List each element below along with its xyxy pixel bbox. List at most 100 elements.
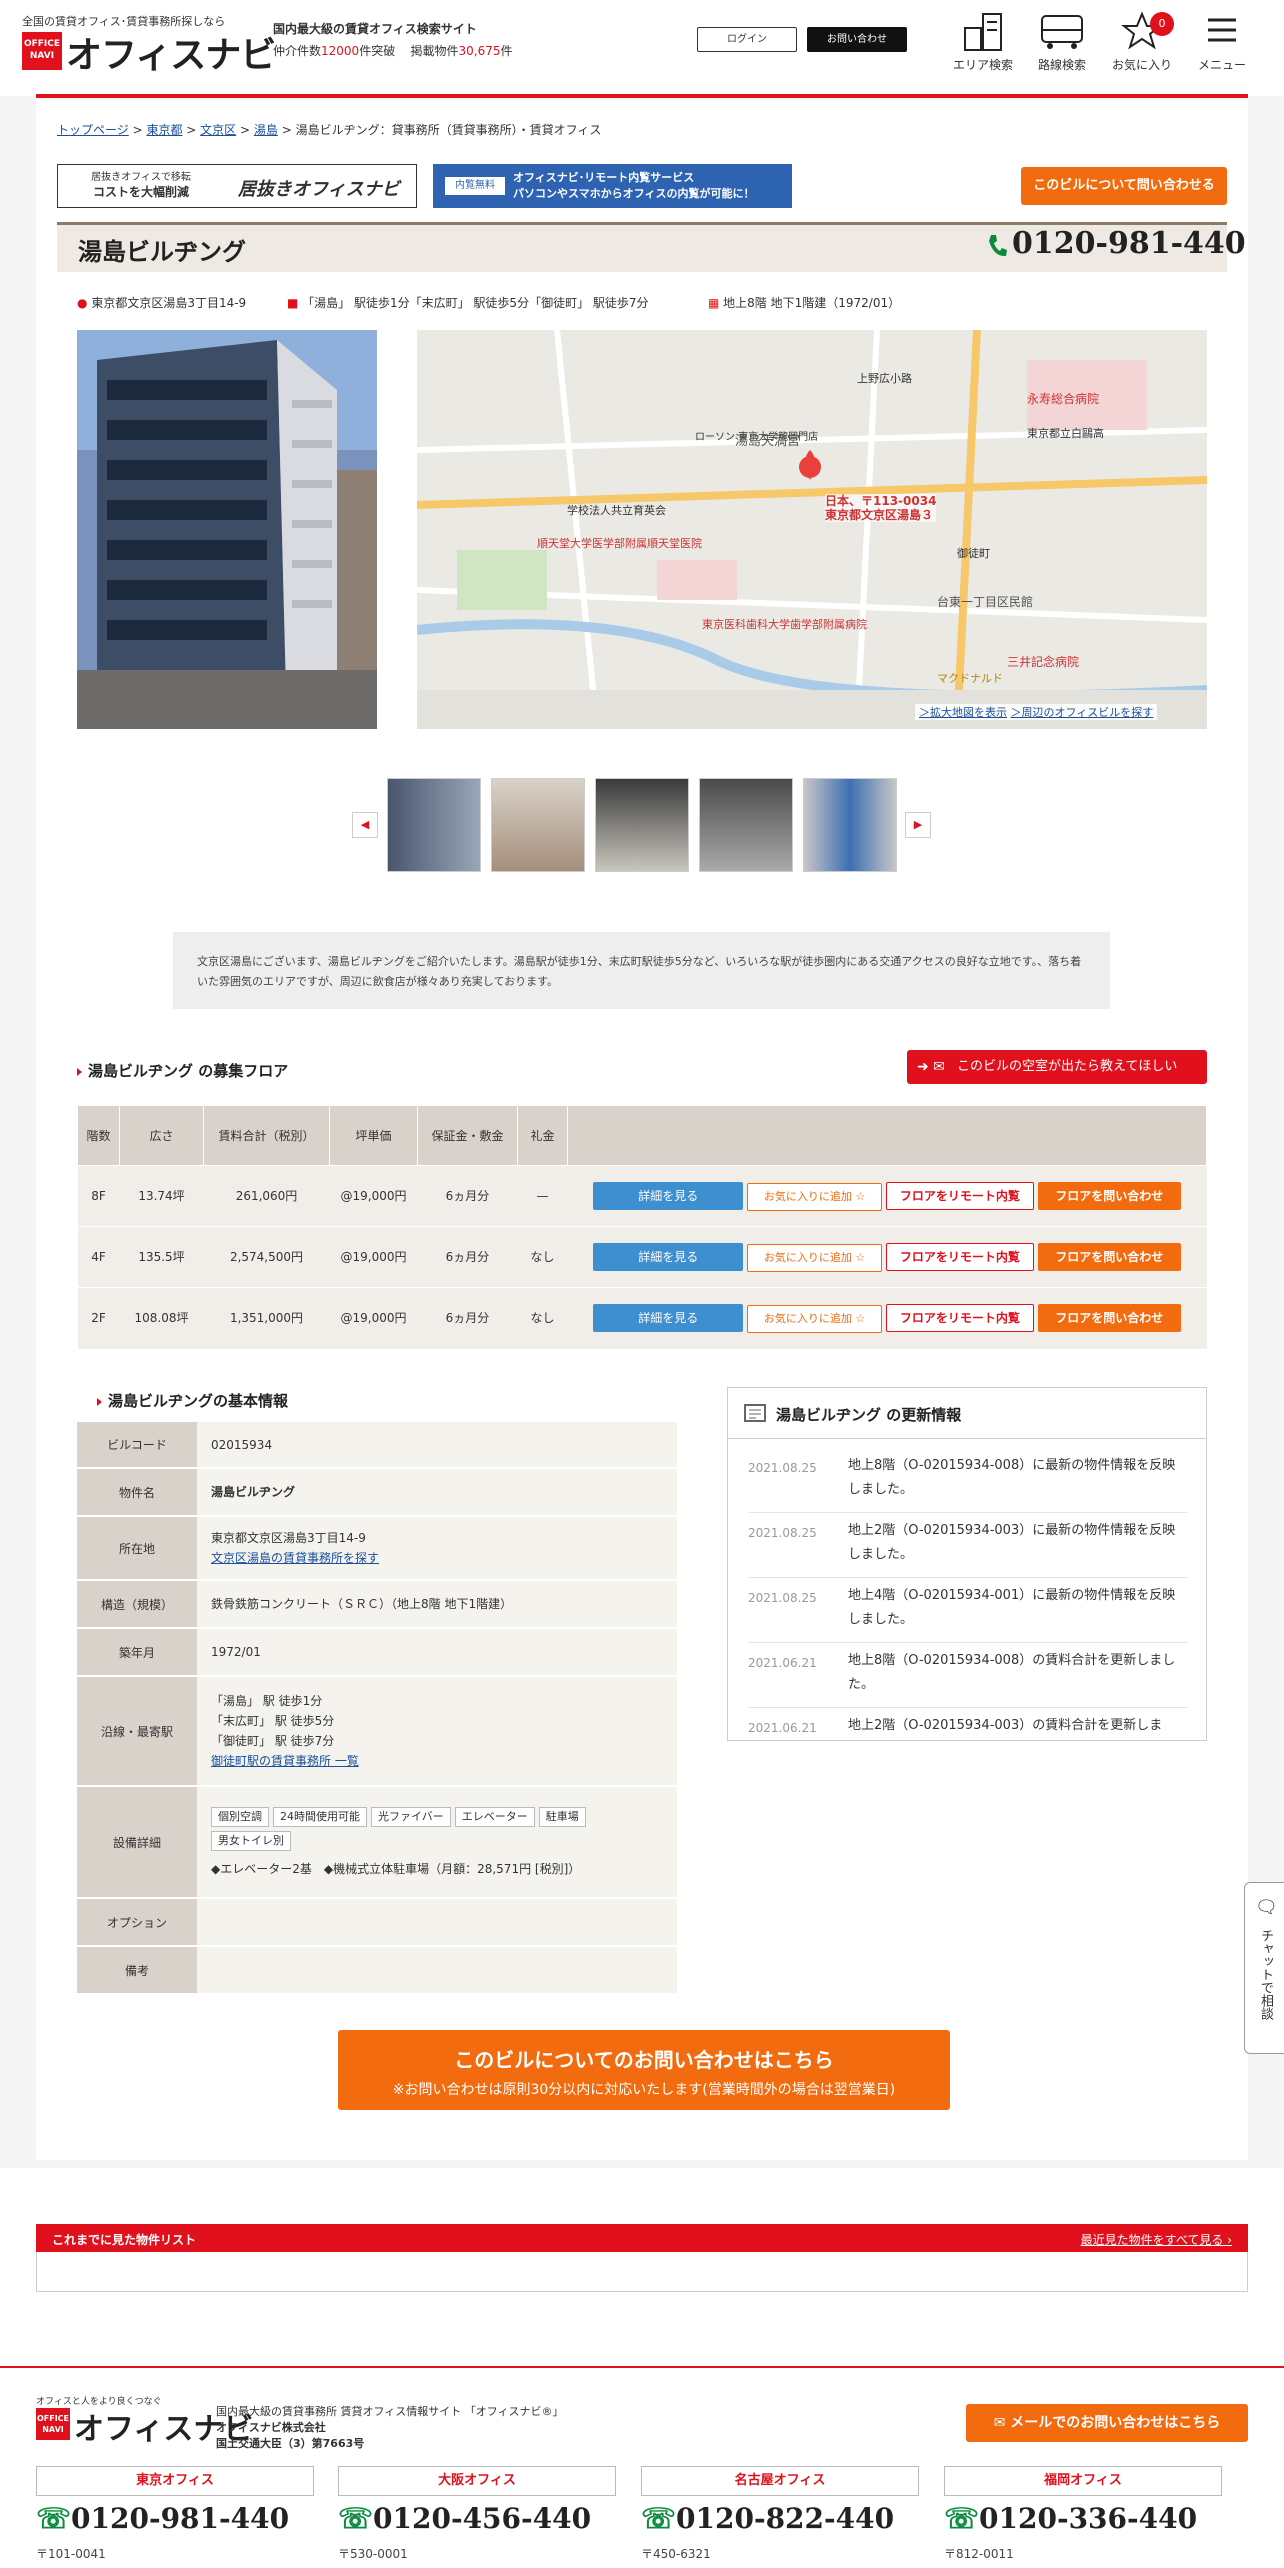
- inuki-small: 居抜きオフィスで移転: [91, 172, 191, 183]
- add-favorite-button[interactable]: お気に入りに追加 ☆: [747, 1182, 883, 1211]
- building-photo[interactable]: [77, 330, 377, 729]
- update-date: 2021.06.21: [748, 1721, 817, 1735]
- header-counts: 仲介件数12000件突破 掲載物件30,675件: [273, 42, 513, 59]
- remote-viewing-button[interactable]: フロアをリモート内覧: [885, 1242, 1034, 1271]
- office-nagoya-phone[interactable]: ☏0120-822-440: [641, 2502, 894, 2535]
- col-key: 礼金: [517, 1105, 568, 1166]
- star-outline-icon: ☆: [855, 1250, 866, 1264]
- contact-button[interactable]: お問い合わせ: [807, 27, 907, 52]
- list-item: 2021.08.25 地上8階（O-02015934-008）に最新の物件情報を反…: [748, 1448, 1188, 1513]
- office-osaka-heading: 大阪オフィス: [338, 2466, 616, 2496]
- map-label: 東京都立白鷗高: [1027, 427, 1104, 440]
- office-fukuoka-phone[interactable]: ☏0120-336-440: [944, 2502, 1197, 2535]
- footer-red-line: [0, 2366, 1284, 2368]
- detail-button[interactable]: 詳細を見る: [593, 1303, 744, 1332]
- floor-inquiry-button[interactable]: フロアを問い合わせ: [1037, 1181, 1181, 1210]
- nearby-buildings-link[interactable]: ＞周辺のオフィスビルを探す: [1011, 706, 1154, 719]
- floors-info-text: 地上8階 地下1階建（1972/01）: [723, 296, 901, 310]
- value-structure: 鉄骨鉄筋コンクリート（ＳＲＣ）（地上8階 地下1階建）: [197, 1580, 677, 1629]
- inquiry-cta-button[interactable]: このビルについてのお問い合わせはこちら ※お問い合わせは原則30分以内に対応いた…: [338, 2030, 950, 2110]
- office-fukuoka-heading: 福岡オフィス: [944, 2466, 1222, 2496]
- breadcrumb-yushima[interactable]: 湯島: [254, 123, 278, 137]
- remote-viewing-button[interactable]: フロアをリモート内覧: [885, 1303, 1034, 1332]
- station-list-link[interactable]: 御徒町駅の賃貸事務所 一覧: [211, 1751, 663, 1771]
- cell-deposit: 6ヵ月分: [417, 1165, 518, 1227]
- thumbnail-5[interactable]: [803, 778, 897, 872]
- inquiry-button[interactable]: このビルについて問い合わせる: [1021, 167, 1227, 205]
- basic-info-table: ビルコード 02015934 物件名 湯島ビルヂング 所在地 東京都文京区湯島3丁目1…: [77, 1422, 677, 1995]
- mail-inquiry-button[interactable]: ✉ メールでのお問い合わせはこちら: [966, 2404, 1248, 2442]
- detail-button[interactable]: 詳細を見る: [593, 1181, 744, 1210]
- equipment-tag: 駐車場: [538, 1807, 586, 1827]
- chat-consult-button[interactable]: 🗨 チャットで相談: [1244, 1882, 1284, 2054]
- update-date: 2021.06.21: [748, 1656, 817, 1670]
- location-map[interactable]: ローソン 東京大学龍岡門店 湯島天満宮 東京医科歯科大学歯学部附属病院 順天堂大…: [417, 330, 1207, 729]
- breadcrumb-top[interactable]: トップページ: [57, 123, 129, 137]
- office-nagoya-heading: 名古屋オフィス: [641, 2466, 919, 2496]
- phone-icon: ☏: [944, 2502, 980, 2535]
- col-actions: [567, 1105, 1207, 1166]
- breadcrumb-bunkyo[interactable]: 文京区: [200, 123, 236, 137]
- label-note: 備考: [77, 1946, 197, 1995]
- fav-label: お気に入りに追加: [763, 1189, 852, 1203]
- floors-info: ▦ 地上8階 地下1階建（1972/01）: [708, 294, 900, 311]
- phone-number: 0120-822-440: [676, 2502, 895, 2535]
- floor-inquiry-button[interactable]: フロアを問い合わせ: [1037, 1242, 1181, 1271]
- buildings-icon: [964, 13, 1002, 51]
- address-text: 東京都文京区湯島3丁目14-9: [91, 296, 247, 310]
- nav-line-search[interactable]: 路線検索: [1027, 8, 1097, 78]
- cell-area: 13.74坪: [119, 1165, 204, 1227]
- update-text: 地上2階（O-02015934-003）の賃料合計を更新しま: [848, 1718, 1163, 1733]
- map-label: 三井記念病院: [1007, 655, 1080, 669]
- history-all-link[interactable]: 最近見た物件をすべて見る ›: [1081, 2231, 1232, 2248]
- update-text: 地上8階（O-02015934-008）の賃料合計を更新しました。: [848, 1653, 1176, 1692]
- inuki-banner[interactable]: 居抜きオフィスで移転 コストを大幅削減 居抜きオフィスナビ: [57, 164, 417, 208]
- thumbnail-3[interactable]: [595, 778, 689, 872]
- map-label: 学校法人共立育英会: [567, 504, 666, 517]
- fav-label: お気に入りに追加: [763, 1250, 852, 1264]
- nav-favorites-label: お気に入り: [1111, 58, 1172, 72]
- thumbnail-4[interactable]: [699, 778, 793, 872]
- breadcrumb-tokyo[interactable]: 東京都: [146, 123, 182, 137]
- thumbnail-2[interactable]: [491, 778, 585, 872]
- detail-button[interactable]: 詳細を見る: [593, 1242, 744, 1271]
- value-option: [197, 1898, 677, 1947]
- listing-value: 30,675: [458, 44, 501, 58]
- office-tokyo-heading: 東京オフィス: [36, 2466, 314, 2496]
- update-info-box[interactable]: 湯島ビルヂング の更新情報 2021.08.25 地上8階（O-02015934-…: [727, 1387, 1207, 1741]
- update-text: 地上4階（O-02015934-001）に最新の物件情報を反映しました。: [848, 1588, 1176, 1627]
- value-stations: 「湯島」 駅 徒歩1分 「末広町」 駅 徒歩5分 「御徒町」 駅 徒歩7分 御徒町駅の…: [197, 1676, 677, 1787]
- star-outline-icon: ☆: [855, 1311, 866, 1325]
- nav-menu[interactable]: メニュー: [1187, 8, 1257, 78]
- remote-line2: パソコンやスマホからオフィスの内覧が可能に！: [513, 187, 755, 200]
- add-favorite-button[interactable]: お気に入りに追加 ☆: [747, 1304, 883, 1333]
- remote-viewing-button[interactable]: フロアをリモート内覧: [885, 1181, 1034, 1210]
- update-date: 2021.08.25: [748, 1526, 817, 1540]
- building-phone[interactable]: 0120-981-440: [1012, 226, 1246, 261]
- footer-logo-badge[interactable]: OFFICE NAVI: [36, 2408, 70, 2440]
- remote-viewing-banner[interactable]: 内覧無料 オフィスナビ･リモート内覧サービス パソコンやスマホからオフィスの内覧…: [433, 164, 792, 208]
- map-label: 上野広小路: [857, 372, 912, 385]
- access-info: ■ 「湯島」 駅徒歩1分「末広町」 駅徒歩5分「御徒町」 駅徒歩7分: [287, 294, 649, 311]
- expand-map-link[interactable]: ＞拡大地図を表示: [919, 706, 1007, 719]
- thumb-prev-button[interactable]: ◀: [352, 812, 378, 838]
- notify-vacancy-button[interactable]: ➜ ✉ このビルの空室が出たら教えてほしい: [907, 1050, 1207, 1084]
- office-osaka-phone[interactable]: ☏0120-456-440: [338, 2502, 591, 2535]
- thumb-next-button[interactable]: ▶: [905, 812, 931, 838]
- nav-area-search[interactable]: エリア検索: [948, 8, 1018, 78]
- hamburger-icon: [1208, 18, 1236, 42]
- area-search-link[interactable]: 文京区湯島の賃貸事務所を探す: [211, 1548, 663, 1568]
- pin-icon: ●: [77, 296, 88, 310]
- nav-line-label: 路線検索: [1037, 58, 1086, 72]
- label-name: 物件名: [77, 1468, 197, 1517]
- thumbnail-1[interactable]: [387, 778, 481, 872]
- logo-badge[interactable]: OFFICE NAVI: [22, 32, 62, 70]
- cell-rent: 2,574,500円: [203, 1226, 330, 1288]
- col-unit: 坪単価: [329, 1105, 418, 1166]
- access-text: 「湯島」 駅徒歩1分「末広町」 駅徒歩5分「御徒町」 駅徒歩7分: [302, 296, 649, 310]
- office-tokyo-phone[interactable]: ☏0120-981-440: [36, 2502, 289, 2535]
- logo-text[interactable]: オフィスナビ: [66, 26, 276, 78]
- floor-inquiry-button[interactable]: フロアを問い合わせ: [1037, 1303, 1181, 1332]
- login-button[interactable]: ログイン: [697, 27, 797, 52]
- add-favorite-button[interactable]: お気に入りに追加 ☆: [747, 1243, 883, 1272]
